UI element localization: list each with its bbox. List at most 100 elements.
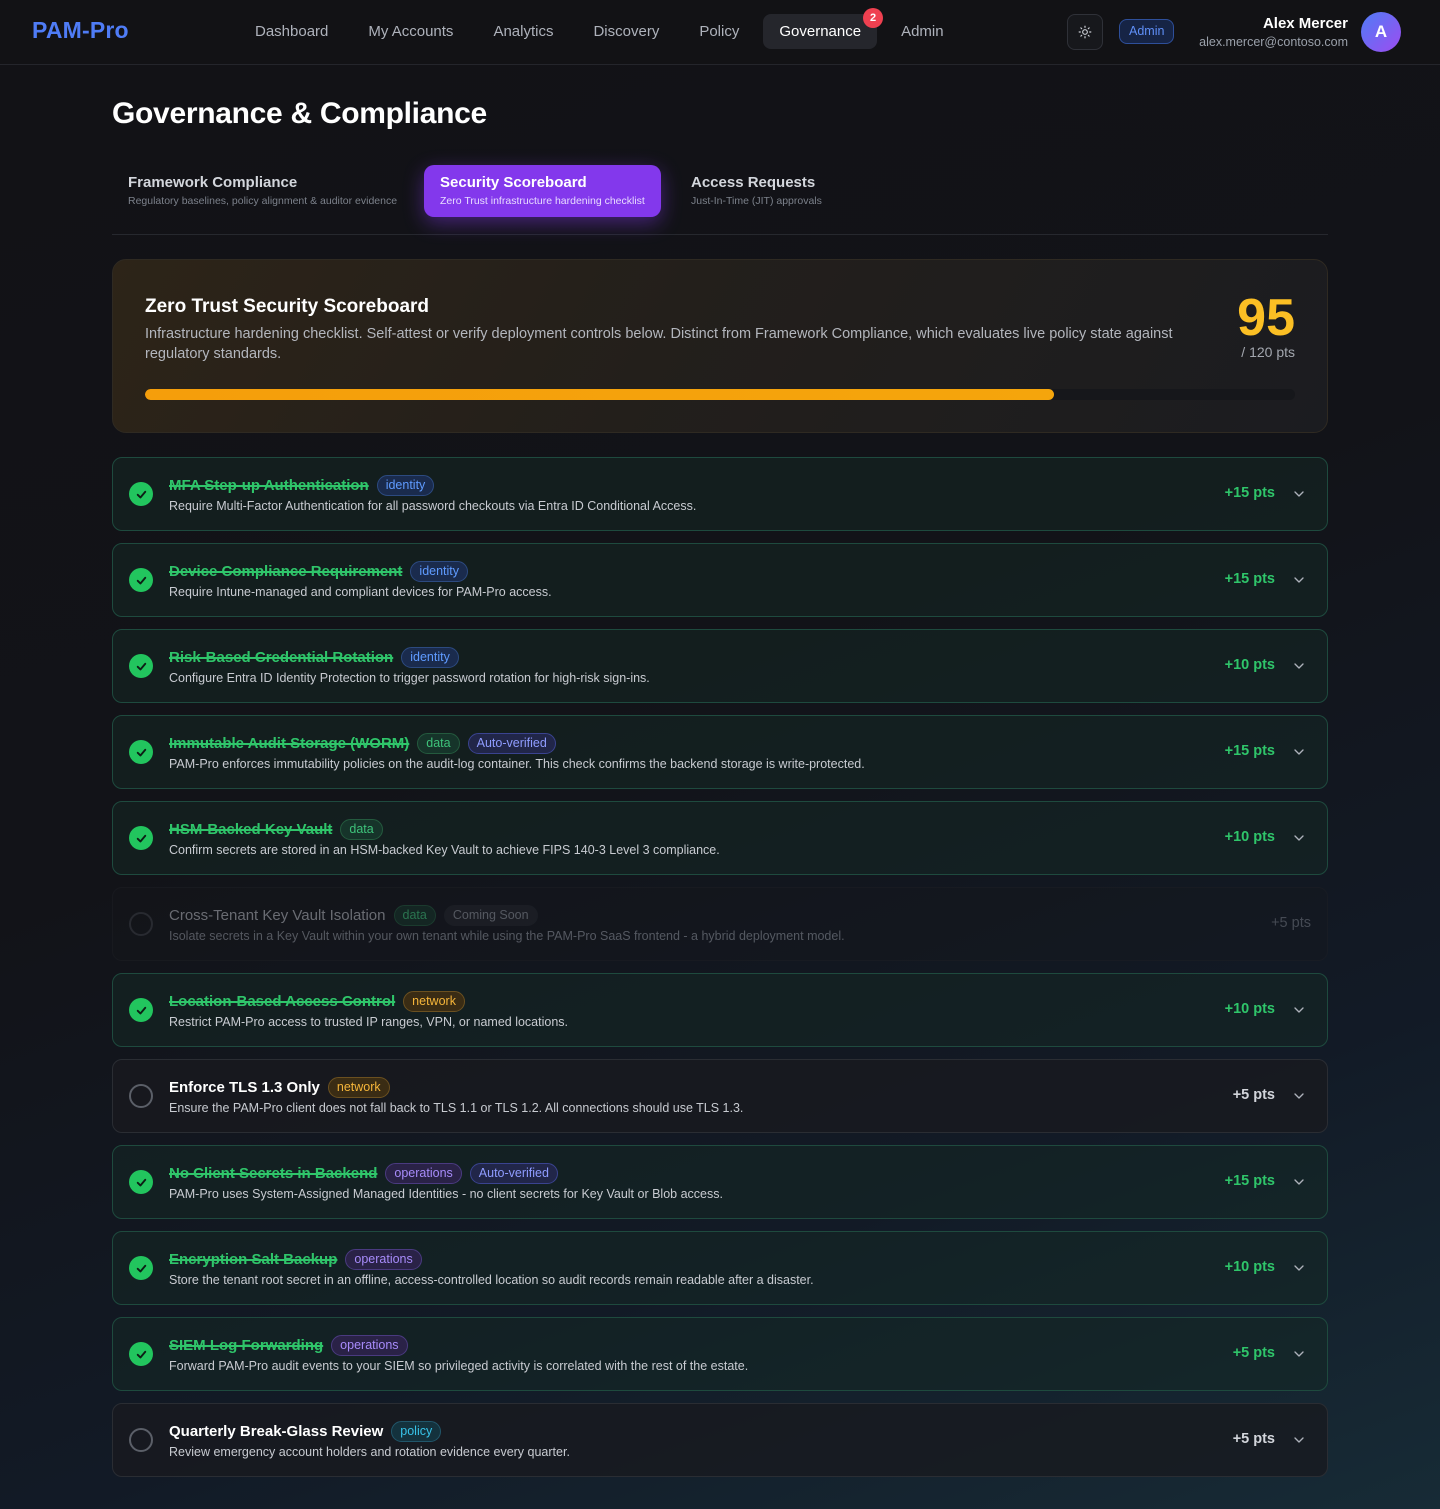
category-tag: network [403,990,465,1012]
nav-item-discovery[interactable]: Discovery [573,14,679,49]
sun-icon [1078,25,1092,39]
item-header: Immutable Audit Storage (WORM) data Auto-v… [169,732,564,754]
category-tag: identity [401,646,459,668]
chevron-down-icon[interactable] [1291,658,1307,674]
item-points: +10 pts [1224,657,1275,673]
item-header: Encryption Salt Backup operations [169,1248,430,1270]
checklist-item[interactable]: Risk-Based Credential Rotation identity Co… [112,629,1328,703]
theme-toggle-button[interactable] [1067,14,1103,50]
tab-subtitle: Zero Trust infrastructure hardening chec… [440,195,645,207]
nav-item-analytics[interactable]: Analytics [473,14,573,49]
checklist-item[interactable]: Enforce TLS 1.3 Only network Ensure the PA… [112,1059,1328,1133]
role-badge: Admin [1119,19,1175,44]
item-description: Forward PAM-Pro audit events to your SIE… [169,1359,749,1373]
nav-item-governance[interactable]: Governance 2 [763,8,884,49]
item-header: SIEM Log Forwarding operations [169,1334,416,1356]
tab-framework-compliance[interactable]: Framework Compliance Regulatory baseline… [112,165,413,217]
checkbox[interactable] [129,1428,153,1452]
checkmark-icon[interactable] [129,826,153,850]
nav-item-my-accounts[interactable]: My Accounts [348,14,473,49]
checklist-item[interactable]: Location-Based Access Control network Rest… [112,973,1328,1047]
user-name: Alex Mercer [1262,15,1348,32]
category-tag: data [417,732,460,754]
chevron-down-icon[interactable] [1291,486,1307,502]
scoreboard-title: Zero Trust Security Scoreboard [145,296,430,317]
checkbox[interactable] [129,1084,153,1108]
category-tag: data [393,904,436,926]
chevron-down-icon[interactable] [1291,830,1307,846]
item-points: +5 pts [1232,1345,1275,1361]
item-header: HSM-Backed Key Vault data [169,818,391,840]
tab-label: Framework Compliance [128,174,298,191]
item-title: Enforce TLS 1.3 Only [169,1078,320,1096]
item-title: SIEM Log Forwarding [169,1336,324,1354]
checklist-item: Cross-Tenant Key Vault Isolation data Comi… [112,887,1328,961]
tab-subtitle: Regulatory baselines, policy alignment &… [128,195,398,207]
tab-security-scoreboard[interactable]: Security Scoreboard Zero Trust infrastru… [424,165,661,217]
item-description: Isolate secrets in a Key Vault within yo… [169,929,845,943]
avatar[interactable]: A [1361,12,1401,52]
chevron-down-icon[interactable] [1291,1260,1307,1276]
checklist-item[interactable]: HSM-Backed Key Vault data Confirm secrets … [112,801,1328,875]
chevron-down-icon[interactable] [1291,1088,1307,1104]
item-description: Store the tenant root secret in an offli… [169,1273,814,1287]
chevron-down-icon[interactable] [1291,572,1307,588]
item-points: +10 pts [1224,1001,1275,1017]
main-nav: Dashboard My Accounts Analytics Discover… [235,8,964,49]
category-tag: operations [331,1334,408,1356]
category-tag: operations [385,1162,462,1184]
checkmark-icon[interactable] [129,998,153,1022]
item-title: No Client Secrets in Backend [169,1164,378,1182]
item-description: Configure Entra ID Identity Protection t… [169,671,650,685]
item-title: Encryption Salt Backup [169,1250,338,1268]
nav-item-admin[interactable]: Admin [881,14,964,49]
page-title: Governance & Compliance [112,97,487,130]
item-description: PAM-Pro uses System-Assigned Managed Ide… [169,1187,723,1201]
scoreboard-description: Infrastructure hardening checklist. Self… [145,326,1173,362]
chevron-down-icon[interactable] [1291,744,1307,760]
score-progress-track [145,389,1295,400]
notification-count-badge: 2 [863,8,884,28]
chevron-down-icon[interactable] [1291,1174,1307,1190]
item-header: Cross-Tenant Key Vault Isolation data Comi… [169,904,546,926]
checkmark-icon[interactable] [129,1170,153,1194]
item-title: MFA Step-up Authentication [169,476,369,494]
top-navigation-bar: PAM-Pro Dashboard My Accounts Analytics … [0,0,1440,65]
score-max: / 120 pts [1241,344,1295,360]
nav-item-policy[interactable]: Policy [679,14,759,49]
checkmark-icon[interactable] [129,1256,153,1280]
item-description: Ensure the PAM-Pro client does not fall … [169,1101,744,1115]
chevron-down-icon[interactable] [1291,1346,1307,1362]
item-title: Immutable Audit Storage (WORM) [169,734,410,752]
brand-logo[interactable]: PAM-Pro [32,17,129,44]
item-description: Confirm secrets are stored in an HSM-bac… [169,843,720,857]
chevron-down-icon[interactable] [1291,1002,1307,1018]
checkmark-icon[interactable] [129,568,153,592]
tab-label: Access Requests [691,174,816,191]
tab-access-requests[interactable]: Access Requests Just-In-Time (JIT) appro… [675,165,838,217]
checkmark-icon[interactable] [129,1342,153,1366]
item-points: +15 pts [1224,1173,1275,1189]
checkbox [129,912,153,936]
tab-label: Security Scoreboard [440,174,587,191]
item-description: PAM-Pro enforces immutability policies o… [169,757,865,771]
checklist-item[interactable]: Quarterly Break-Glass Review policy Review… [112,1403,1328,1477]
checklist-item[interactable]: No Client Secrets in Backend operations Au… [112,1145,1328,1219]
category-tag: policy [391,1420,442,1442]
item-title: HSM-Backed Key Vault [169,820,333,838]
checkmark-icon[interactable] [129,654,153,678]
nav-item-dashboard[interactable]: Dashboard [235,14,348,49]
checkmark-icon[interactable] [129,740,153,764]
category-tag: network [327,1076,390,1098]
checklist-item[interactable]: SIEM Log Forwarding operations Forward PAM… [112,1317,1328,1391]
item-description: Review emergency account holders and rot… [169,1445,570,1459]
checklist-item[interactable]: MFA Step-up Authentication identity Requir… [112,457,1328,531]
chevron-down-icon[interactable] [1291,1432,1307,1448]
checklist-item[interactable]: Device Compliance Requirement identity Req… [112,543,1328,617]
category-tag: operations [345,1248,422,1270]
checklist-item[interactable]: Immutable Audit Storage (WORM) data Auto-v… [112,715,1328,789]
governance-tabs: Framework Compliance Regulatory baseline… [112,165,1328,235]
checkmark-icon[interactable] [129,482,153,506]
category-tag: data [340,818,383,840]
checklist-item[interactable]: Encryption Salt Backup operations Store th… [112,1231,1328,1305]
